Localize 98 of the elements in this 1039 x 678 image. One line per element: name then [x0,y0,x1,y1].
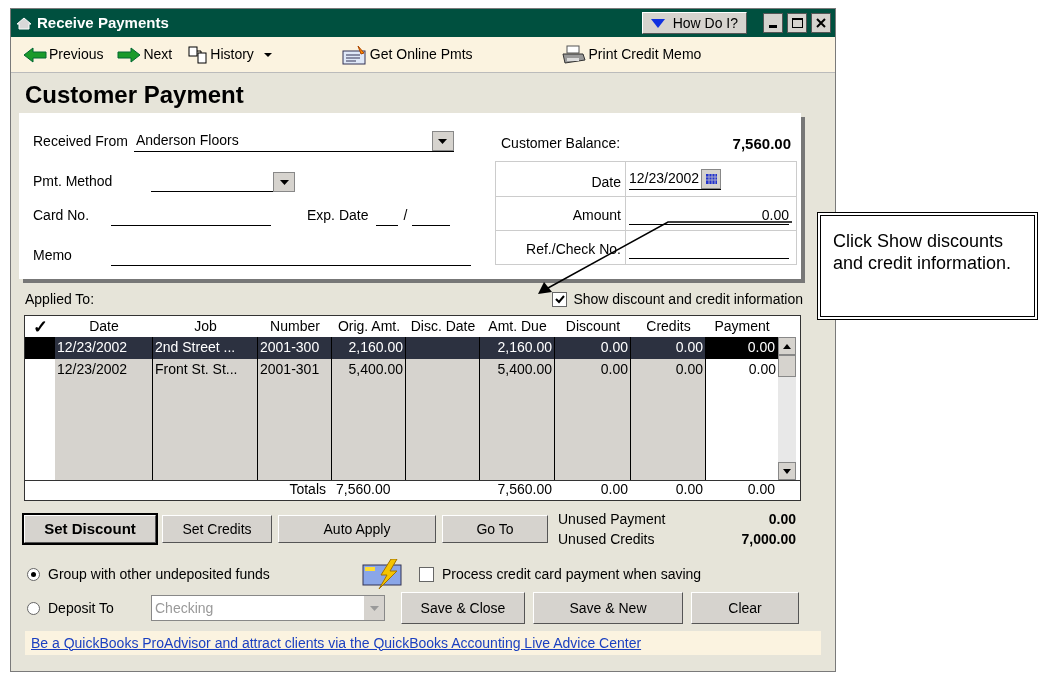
action-button[interactable]: Set Discount [24,515,156,543]
table-cell: 2001-301 [258,359,332,381]
date-field[interactable]: 12/23/2002 [629,168,722,190]
column-header[interactable]: Date [55,316,153,337]
table-cell: 2001-300 [258,337,332,359]
table-cell: 12/23/2002 [55,359,153,381]
scroll-thumb[interactable] [778,355,796,377]
radio-button[interactable] [27,601,40,615]
column-header[interactable]: Disc. Date [406,316,480,337]
field-label: Card No. [33,206,91,225]
section-label: Applied To: [25,289,94,309]
table-cell: 5,400.00 [332,359,406,381]
calendar-icon [701,169,722,189]
total-cell-text: Totals [288,480,327,499]
action-button[interactable]: Set Credits [162,515,272,543]
table-cell: 2nd Street ... [153,337,258,359]
customer-dropdown[interactable]: Anderson Floors [133,132,454,152]
close-button[interactable] [811,13,831,33]
table-row[interactable]: 12/23/2002 2nd Street ... 2001-300 2,160.00 2,160.00 0.00 0.00 0.00 [25,337,778,359]
history-button[interactable]: History [188,44,272,65]
print-button[interactable]: Print Credit Memo [560,44,702,65]
table-cell: Front St. St... [153,359,258,381]
field-label: Date [496,162,626,196]
column-header[interactable]: ✓ [25,317,55,337]
radio-dot-icon [31,571,36,577]
field-label: Ref./Check No. [496,231,626,264]
summary-label: Unused Payment [558,510,666,529]
callout-text: Click Show discounts and credit information. [833,230,1013,274]
payment-method-dropdown[interactable] [151,172,295,192]
column-header[interactable]: Job [153,316,258,337]
action-button[interactable]: Go To [442,515,548,543]
scroll-up-icon[interactable] [778,337,796,355]
field-label: Exp. Date [307,206,369,225]
minimize-icon [769,25,777,28]
column-header[interactable]: Discount [555,316,631,337]
how-do-i-button[interactable]: How Do I? [641,12,747,34]
column-header[interactable]: Payment [706,316,778,337]
page-heading: Customer Payment [24,80,245,109]
table-cell: 0.00 [555,359,631,381]
total-cell-text: 7,560.00 [496,480,553,499]
triangle-icon [650,18,665,28]
field-label: Memo [33,246,73,265]
total-cell-text: 0.00 [746,480,776,499]
prev-button[interactable]: Previous [23,44,104,65]
summary-label: Unused Credits [558,530,655,549]
total-cell-text: 0.00 [599,480,629,499]
left-arrow-icon [23,46,47,63]
radio-label: Group with other undeposited funds [48,564,271,584]
minimize-button[interactable] [763,13,783,33]
table-cell: 0.00 [706,337,778,359]
maximize-icon [791,18,803,28]
printer-icon [560,44,587,65]
advice-center-link[interactable]: Be a QuickBooks ProAdvisor and attract clients via the QuickBooks Accounting Live Advice Center [31,632,642,654]
caret-icon [263,52,272,57]
customer-balance-value: 7,560.00 [732,134,791,154]
action-button[interactable]: Auto Apply [278,515,436,543]
column-header[interactable]: Orig. Amt. [332,316,406,337]
checkmark-icon [554,294,565,304]
table-cell: 2,160.00 [480,337,555,359]
field-label: Customer Balance: [501,134,621,153]
table-cell: 5,400.00 [480,359,555,381]
documents-icon [188,45,209,64]
table-cell: 12/23/2002 [55,337,153,359]
checkbox-label: Show discount and credit information [573,289,803,309]
scroll-down-icon[interactable] [778,462,796,480]
summary-value: 0.00 [768,510,796,529]
table-cell: 0.00 [555,337,631,359]
close-icon [816,18,826,28]
field-label: Amount [496,197,626,230]
online-button[interactable]: Get Online Pmts [341,44,473,65]
total-cell-text: 0.00 [674,480,704,499]
radio-button[interactable] [27,567,40,581]
amount-field[interactable]: 0.00 [629,205,789,225]
checkbox[interactable] [552,291,568,307]
field-label: Pmt. Method [33,172,114,191]
save-button[interactable]: Save & New [533,592,683,624]
credit-card-lightning-icon [361,559,405,589]
column-header[interactable]: Credits [631,316,706,337]
maximize-button[interactable] [787,13,807,33]
save-button[interactable]: Clear [691,592,799,624]
radio-label: Deposit To [48,598,115,618]
save-button[interactable]: Save & Close [401,592,525,624]
scrollbar[interactable] [778,337,796,480]
field-label: Received From [33,132,128,151]
house-icon [15,16,33,30]
checkbox-label: Process credit card payment when saving [442,564,702,584]
table-row[interactable]: 12/23/2002 Front St. St... 2001-301 5,400.00 5,400.00 0.00 0.00 0.00 [25,359,778,381]
date-separator: / [403,206,408,225]
total-cell-text: 7,560.00 [335,480,392,499]
window-title: Receive Payments [37,12,169,33]
column-header[interactable]: Number [258,316,332,337]
online-form-icon [341,44,368,65]
right-arrow-icon [117,46,142,63]
next-button[interactable]: Next [117,44,173,65]
table-cell: 2,160.00 [332,337,406,359]
summary-value: 7,000.00 [741,530,796,549]
checkbox[interactable] [419,566,434,582]
column-header[interactable]: Amt. Due [480,316,555,337]
